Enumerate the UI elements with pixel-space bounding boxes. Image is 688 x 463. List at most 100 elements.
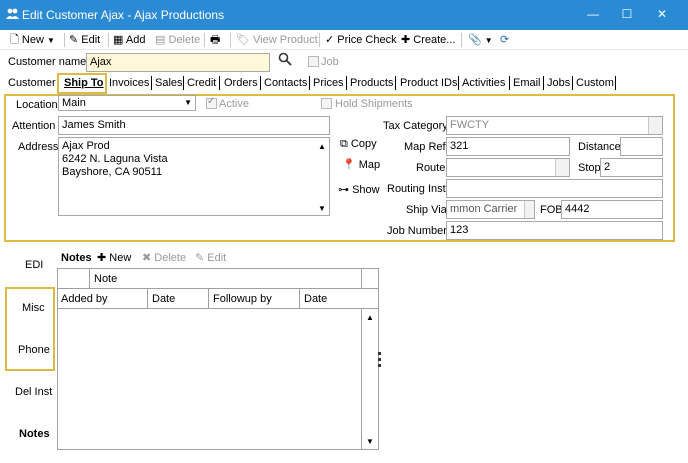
notes-new-label: New (109, 252, 132, 264)
binoculars-icon: ⊶ (338, 184, 349, 196)
followup-by-column-header[interactable]: Followup by (213, 292, 272, 306)
delete-button[interactable]: ▤ Delete (155, 32, 200, 48)
show-button[interactable]: ⊶ Show (338, 183, 380, 197)
map-ref-input[interactable]: 321 (446, 137, 570, 156)
maximize-button[interactable]: ☐ (615, 4, 639, 24)
ship-via-input[interactable]: mmon Carrier (446, 200, 535, 219)
price-check-button[interactable]: ✓ Price Check (325, 32, 397, 48)
side-tab-notes[interactable]: Notes (19, 428, 50, 440)
tab-separator (260, 76, 261, 90)
tab-separator (151, 76, 152, 90)
job-number-label: Job Number (387, 225, 447, 237)
tab-customer[interactable]: Customer (8, 76, 56, 90)
hold-shipments-label: Hold Shipments (335, 98, 413, 110)
tab-separator (346, 76, 347, 90)
splitter-grip[interactable] (378, 352, 382, 368)
scroll-down-arrow-icon[interactable]: ▼ (317, 202, 327, 215)
side-tab-phone[interactable]: Phone (18, 344, 50, 356)
separator (204, 33, 205, 47)
add-button[interactable]: ▦ Add (113, 32, 145, 48)
tag-icon: 🏷 (236, 34, 250, 46)
refresh-icon: ⟳ (500, 34, 510, 46)
close-button[interactable]: ✕ (650, 4, 674, 24)
scroll-up-arrow-icon[interactable]: ▲ (365, 313, 375, 322)
show-label: Show (352, 184, 380, 196)
tab-activities[interactable]: Activities (462, 76, 505, 90)
job-checkbox[interactable] (308, 56, 319, 67)
create-button[interactable]: ✚ Create... (401, 32, 455, 48)
customers-app-icon (6, 8, 19, 19)
tab-separator (543, 76, 544, 90)
distance-label: Distance (578, 141, 621, 153)
attention-input[interactable]: James Smith (58, 116, 330, 135)
delete-icon: ▤ (155, 34, 166, 46)
map-button[interactable]: 📍 Map (342, 158, 380, 172)
side-tab-del-inst[interactable]: Del Inst (15, 386, 52, 398)
address-textarea[interactable]: Ajax Prod 6242 N. Laguna Vista Bayshore,… (58, 137, 330, 216)
active-checkbox[interactable]: ✓ (206, 96, 217, 109)
print-button[interactable]: 🖶 (210, 32, 220, 48)
location-select[interactable]: Main ▼ (58, 95, 196, 111)
attachment-button[interactable]: 📎 ▼ (468, 32, 493, 48)
tab-contacts[interactable]: Contacts (264, 76, 307, 90)
search-icon[interactable] (278, 52, 292, 69)
view-product-label: View Product (253, 34, 318, 46)
grid-line (57, 288, 379, 289)
notes-delete-button[interactable]: ✖ Delete (142, 251, 186, 265)
view-product-button[interactable]: 🏷 View Product (236, 32, 318, 48)
stop-label: Stop (578, 162, 601, 174)
scroll-down-arrow-icon[interactable]: ▼ (365, 437, 375, 446)
job-number-input[interactable]: 123 (446, 221, 663, 240)
route-dropdown-button[interactable] (555, 159, 569, 176)
scrollbar-track (361, 308, 362, 450)
scroll-up-arrow-icon[interactable]: ▲ (317, 140, 327, 153)
ship-via-dropdown-button[interactable] (524, 201, 534, 218)
tab-sales[interactable]: Sales (155, 76, 183, 90)
date-column-header[interactable]: Date (152, 292, 175, 306)
fob-label: FOB (540, 204, 563, 216)
date-column-header[interactable]: Date (304, 292, 327, 306)
copy-label: Copy (350, 138, 377, 150)
notes-new-button[interactable]: ✚ New (97, 251, 131, 265)
tab-email[interactable]: Email (513, 76, 541, 90)
minimize-button[interactable]: — (581, 4, 605, 24)
side-tab-edi[interactable]: EDI (25, 259, 43, 271)
added-by-column-header[interactable]: Added by (61, 292, 107, 306)
stop-input[interactable]: 2 (600, 158, 663, 177)
tab-jobs[interactable]: Jobs (547, 76, 570, 90)
distance-input[interactable] (620, 137, 663, 156)
tab-products[interactable]: Products (350, 76, 393, 90)
separator (108, 33, 109, 47)
tab-orders[interactable]: Orders (224, 76, 258, 90)
price-check-icon: ✓ (325, 34, 335, 46)
customer-name-input[interactable]: Ajax (86, 53, 270, 72)
tax-category-input[interactable]: FWCTY (446, 116, 663, 135)
separator (230, 33, 231, 47)
fob-input[interactable]: 4442 (561, 200, 663, 219)
edit-button[interactable]: ✎ Edit (69, 32, 100, 48)
notes-edit-label: Edit (207, 252, 227, 264)
hold-shipments-checkbox[interactable] (321, 98, 332, 109)
tab-prices[interactable]: Prices (313, 76, 344, 90)
refresh-button[interactable]: ⟳ (500, 32, 509, 48)
notes-edit-button[interactable]: ✎ Edit (195, 251, 226, 265)
tab-product-ids[interactable]: Product IDs (400, 76, 457, 90)
copy-button[interactable]: ⧉ Copy (340, 137, 377, 151)
tab-invoices[interactable]: Invoices (109, 76, 149, 90)
new-button[interactable]: 🗋 New ▼ (10, 32, 55, 48)
grid-line (89, 268, 90, 288)
route-input[interactable] (446, 158, 570, 177)
location-label: Location (16, 99, 58, 111)
routing-inst-input[interactable] (446, 179, 663, 198)
tax-category-dropdown-button[interactable] (648, 117, 662, 134)
grid-line (208, 288, 209, 308)
ship-via-value: mmon Carrier (450, 203, 518, 215)
address-label: Address (18, 141, 59, 153)
dropdown-arrow-icon: ▼ (47, 36, 55, 45)
tab-credit[interactable]: Credit (187, 76, 216, 90)
side-tab-misc[interactable]: Misc (22, 302, 45, 314)
active-label: Active (219, 98, 249, 110)
delete-label: Delete (168, 34, 201, 46)
tab-custom[interactable]: Custom (576, 76, 614, 90)
notes-delete-label: Delete (154, 252, 187, 264)
